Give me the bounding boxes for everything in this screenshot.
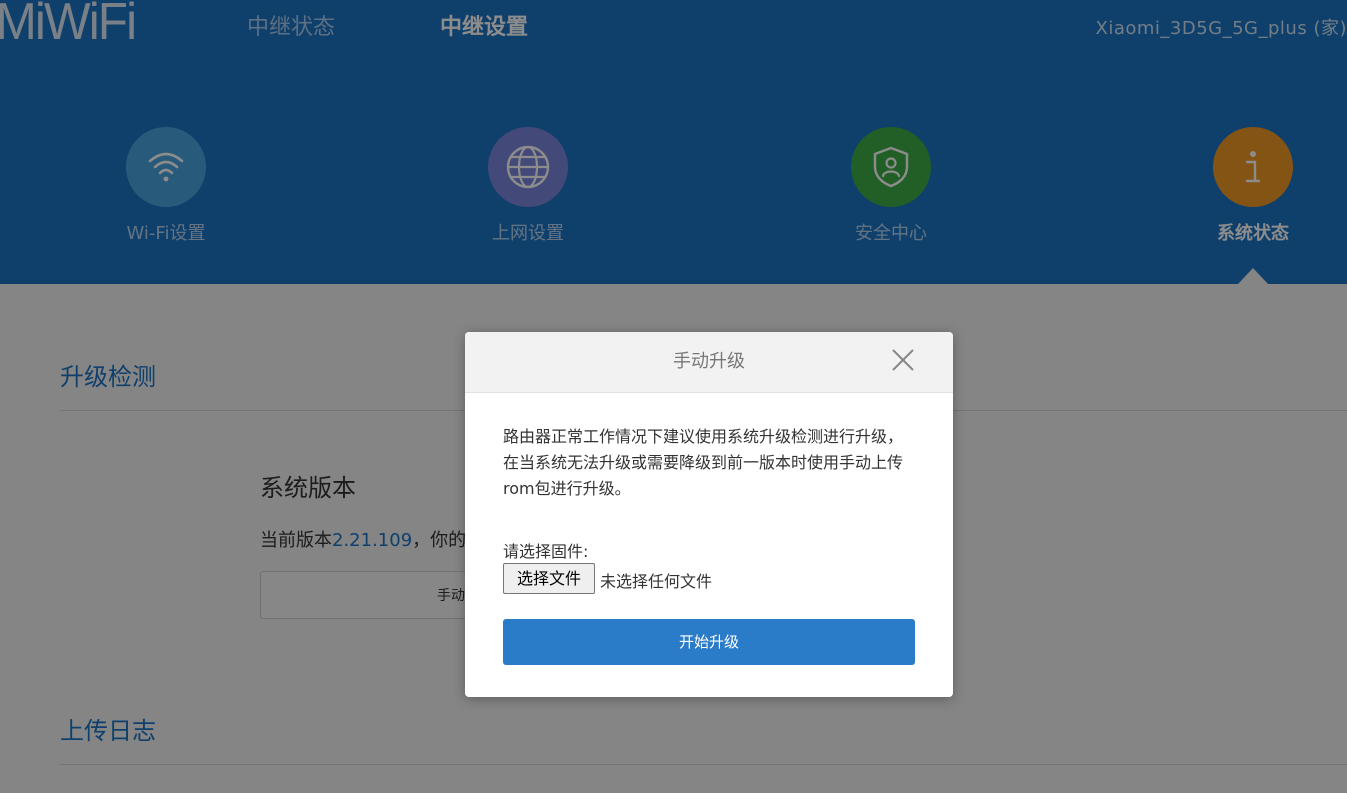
choose-firmware-label: 请选择固件: [503, 542, 589, 561]
choose-file-button[interactable]: 选择文件 [503, 563, 595, 594]
close-icon[interactable] [891, 348, 915, 372]
dialog-title: 手动升级 [673, 351, 745, 372]
dialog-description: 路由器正常工作情况下建议使用系统升级检测进行升级，在当系统无法升级或需要降级到前… [503, 427, 904, 498]
dialog-header: 手动升级 [465, 332, 953, 393]
start-upgrade-button[interactable]: 开始升级 [503, 619, 915, 665]
manual-upgrade-dialog: 手动升级 路由器正常工作情况下建议使用系统升级检测进行升级，在当系统无法升级或需… [465, 332, 953, 697]
file-status-text: 未选择任何文件 [600, 572, 713, 591]
